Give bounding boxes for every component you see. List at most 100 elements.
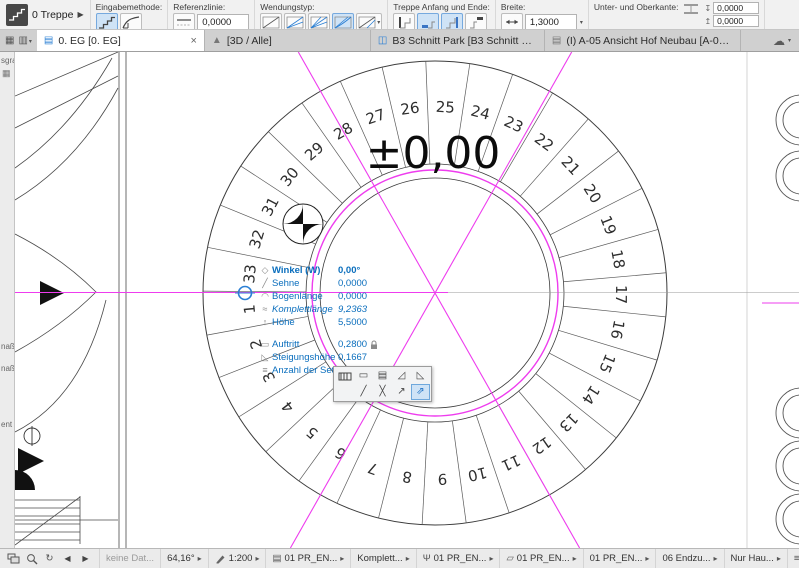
tracker-value[interactable]: 0,0000 [338, 290, 367, 303]
statusbar-label: Komplett... [357, 553, 403, 564]
start-tread-icon[interactable] [417, 13, 440, 29]
tracker-row[interactable]: ◺ Steigungshöhe 0,1667 [258, 351, 399, 364]
pen-set-icon: Ψ [422, 552, 431, 564]
statusbar-item-11[interactable]: ≡ÖNORM...▸ [788, 549, 799, 568]
flyout-arrow-icon[interactable]: ▸ [198, 554, 202, 563]
statusbar-item-4[interactable]: ▤ 01 PR_EN... ▸ [266, 549, 352, 568]
statusbar-item-5[interactable]: Komplett... ▸ [351, 549, 417, 568]
tracker-row[interactable]: ╱ Sehne 0,0000 [258, 277, 399, 290]
view-tab-1[interactable]: ▤ 0. EG [0. EG] × [36, 30, 205, 51]
tracker-value[interactable]: 0,1667 [338, 351, 367, 364]
gravity-icon[interactable] [335, 368, 354, 384]
winder-more-icon[interactable]: ▾ [356, 13, 383, 29]
tracker-value[interactable]: 0,00° [338, 264, 360, 277]
statusbar-item-6[interactable]: Ψ 01 PR_EN... ▸ [417, 549, 501, 568]
stair-tool-icon[interactable] [6, 3, 28, 26]
statusbar-item-7[interactable]: ▱ 01 PR_EN... ▸ [500, 549, 584, 568]
intersection-guide-icon[interactable]: ╳ [373, 384, 392, 400]
statusbar-label: keine Dat... [106, 553, 155, 564]
zoom-icon[interactable] [24, 553, 39, 565]
view-tab-3[interactable]: ◫ B3 Schnitt Park [B3 Schnitt Park] [371, 30, 545, 51]
rotate-view-icon[interactable]: ↻ [42, 554, 57, 564]
flyout-arrow-icon[interactable]: ▸ [255, 554, 259, 563]
flyout-arrow-icon[interactable]: ▸ [714, 554, 718, 563]
quick-options-icon[interactable]: ▦ [5, 35, 14, 46]
tracker-group: ◇ Winkel (W) 0,00° ╱ Sehne 0,0000 ◠ Bogenlänge 0… [258, 264, 399, 329]
end-tread-icon[interactable] [465, 13, 488, 29]
tread-number: 22 [531, 129, 557, 155]
tracker-value[interactable]: 9,2363 [338, 303, 367, 316]
tracker-value[interactable]: 5,5000 [338, 316, 367, 329]
statusbar-item-3[interactable]: 1:200 ▸ [209, 549, 267, 568]
tread-number: 7 [365, 458, 380, 478]
layers-panel-icon[interactable] [6, 553, 21, 564]
diag-up-icon[interactable]: ◺ [411, 368, 430, 384]
tread-number: 19 [596, 213, 620, 237]
collapsed-left-panel[interactable]: ▦ sgra naß. naß. ent [0, 52, 15, 548]
flyout-arrow-icon[interactable]: ▸ [645, 554, 649, 563]
winder-fan-icon[interactable] [308, 13, 331, 29]
statusbar-item-10[interactable]: Nur Hau... ▸ [725, 549, 788, 568]
flyout-arrow-icon[interactable]: ▸ [340, 554, 344, 563]
winder-balanced-icon[interactable] [332, 13, 355, 29]
unterkante-value-field[interactable]: 0,0000 [713, 2, 760, 14]
offset-guide-icon[interactable]: ⇗ [411, 384, 430, 400]
tab-list-icon[interactable]: ▥▾ [18, 35, 31, 46]
teamwork-cloud-icon[interactable]: ☁ [773, 34, 785, 48]
box-constraint2-icon[interactable]: ▤ [373, 368, 392, 384]
view-tab-2[interactable]: ▲ [3D / Alle] [205, 30, 371, 51]
drawing-canvas[interactable]: 1 2 3 4 5 6 7 8 9 10 11 12 13 14 15 16 17 18 19 20 21 22 23 24 2… [15, 52, 799, 548]
parallel-guide-icon[interactable]: ╱ [354, 384, 373, 400]
tread-number: 23 [501, 112, 526, 136]
tool-flyout-chevron-icon[interactable]: ▶ [77, 10, 83, 19]
statusbar-item-9[interactable]: 06 Endzu... ▸ [656, 549, 725, 568]
end-riser-icon[interactable] [441, 13, 464, 29]
forward-icon[interactable]: ▶ [78, 554, 93, 563]
standard-icon: ≡ [793, 552, 799, 564]
flyout-arrow-icon[interactable]: ▸ [573, 554, 577, 563]
statusbar-item-8[interactable]: 01 PR_EN... ▸ [584, 549, 657, 568]
breite-flyout-icon[interactable]: ▾ [580, 19, 583, 26]
diag-down-icon[interactable]: ◿ [392, 368, 411, 384]
flyout-arrow-icon[interactable]: ▸ [406, 554, 410, 563]
stair-winder-icon[interactable] [119, 13, 142, 29]
view-tab-4[interactable]: ▤ (I) A-05 Ansicht Hof Neubau [A-05 Ansic… [545, 30, 741, 51]
tracker-row[interactable]: ◠ Bogenlänge 0,0000 [258, 290, 399, 303]
stair-straight-icon[interactable] [95, 13, 118, 29]
flyout-arrow-icon[interactable]: ▸ [777, 554, 781, 563]
referenzlinie-value-field[interactable]: 0,0000 [197, 13, 250, 29]
back-icon[interactable]: ◀ [60, 554, 75, 563]
breite-value-field[interactable]: 1,3000 [524, 13, 577, 29]
panel-label-fragment: naß. [1, 364, 15, 373]
tab-close-icon[interactable]: × [185, 35, 196, 47]
tracker-label: Komplettlänge [272, 304, 333, 315]
tracker-row[interactable]: ▭ Auftritt 0,2800 [258, 338, 399, 351]
tread-number: 20 [580, 181, 605, 207]
snap-guide-toolbar: ▭ ▤ ◿ ◺ ╱ ╳ ↗ ⇗ [333, 366, 432, 402]
winder-equal-icon[interactable] [284, 13, 307, 29]
statusbar-item-2[interactable]: 64,16° ▸ [161, 549, 209, 568]
statusbar-item-1[interactable]: keine Dat... [100, 549, 162, 568]
tread-number: 10 [466, 463, 489, 485]
tracker-value[interactable]: 0,0000 [338, 277, 367, 290]
referenzlinie-label: Referenzlinie: [173, 2, 226, 12]
tracker-label: Bogenlänge [272, 291, 323, 302]
flyout-arrow-icon[interactable]: ▸ [489, 554, 493, 563]
cloud-menu-icon[interactable]: ▾ [788, 37, 791, 44]
tracker-row[interactable]: ◇ Winkel (W) 0,00° [258, 264, 399, 277]
box-constraint-icon[interactable]: ▭ [354, 368, 373, 384]
start-riser-icon[interactable] [393, 13, 416, 29]
tracker-value[interactable]: 0,2800 [338, 338, 367, 351]
tread-number: 33 [240, 263, 260, 284]
tracker-row[interactable]: ≈ Komplettlänge 9,2363 [258, 303, 399, 316]
incline-guide-icon[interactable]: ↗ [392, 384, 411, 400]
treppe-anfang-ende-label: Treppe Anfang und Ende: [393, 2, 490, 12]
statusbar-label: 01 PR_EN... [284, 553, 338, 564]
reference-line-icon[interactable] [173, 13, 196, 29]
eingabemethode-label: Eingabemethode: [95, 2, 163, 12]
oberkante-value-field[interactable]: 0,0000 [713, 15, 760, 27]
winder-none-icon[interactable] [260, 13, 283, 29]
edit-node[interactable] [235, 285, 255, 301]
lock-icon[interactable] [370, 340, 378, 350]
tracker-row[interactable]: ↕ Höhe 5,5000 [258, 316, 399, 329]
